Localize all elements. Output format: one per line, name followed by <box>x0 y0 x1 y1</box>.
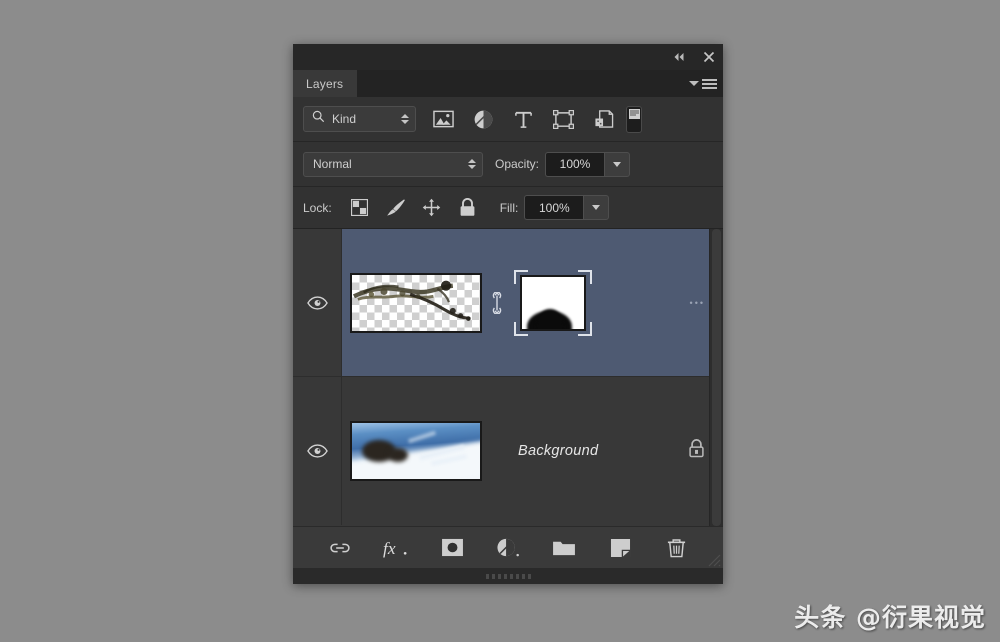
lock-image-pixels-icon[interactable] <box>386 198 406 218</box>
mask-selected-bracket-tl <box>514 269 528 284</box>
mask-image <box>520 274 586 331</box>
layers-panel: Layers Kind Normal Opacity: 100% Lock: F… <box>293 44 723 584</box>
filter-type-icon[interactable] <box>512 108 535 131</box>
tab-layers-label: Layers <box>306 76 344 91</box>
filter-pixel-icon[interactable] <box>432 108 455 131</box>
panel-menu-button[interactable] <box>689 70 717 97</box>
fill-control: 100% <box>524 195 610 220</box>
layer-thumbnail[interactable] <box>350 421 482 481</box>
lock-icons <box>350 198 478 218</box>
add-layer-mask-icon[interactable] <box>439 535 465 561</box>
layer-row-overflow[interactable]: ••• <box>690 298 705 308</box>
search-icon <box>312 110 325 128</box>
blend-mode-value: Normal <box>313 157 352 171</box>
lock-bar: Lock: Fill: 100% <box>293 187 723 229</box>
layer-lock-indicator <box>688 439 705 464</box>
filter-kind-label: Kind <box>332 112 357 126</box>
blend-mode-select[interactable]: Normal <box>303 151 483 177</box>
layer-name-label[interactable]: Background <box>518 443 598 459</box>
lock-label: Lock: <box>303 200 332 215</box>
layers-bottom-toolbar: fx <box>293 526 723 568</box>
snow-streak-3 <box>408 431 437 444</box>
filter-shape-icon[interactable] <box>552 108 575 131</box>
layer-visibility-toggle[interactable] <box>293 229 342 376</box>
background-artwork <box>352 423 480 479</box>
lock-transparent-pixels-icon[interactable] <box>350 198 370 218</box>
filter-kind-select[interactable]: Kind <box>303 106 416 132</box>
new-layer-icon[interactable] <box>607 535 633 561</box>
new-adjustment-layer-icon[interactable] <box>495 535 521 561</box>
mask-selected-bracket-bl <box>514 321 528 336</box>
layer-mask-thumbnail[interactable] <box>514 269 592 336</box>
hamburger-menu-icon <box>702 78 717 89</box>
layer-list-scrollbar[interactable] <box>709 229 723 526</box>
fill-dropdown-arrow[interactable] <box>583 195 610 220</box>
panel-drag-handle[interactable] <box>293 568 723 584</box>
blend-opacity-bar: Normal Opacity: 100% <box>293 142 723 187</box>
window-controls <box>671 44 717 70</box>
drag-grip-dots <box>485 573 531 579</box>
watermark-text: 头条 @衍果视觉 <box>794 603 986 632</box>
layer-mask-link-icon[interactable] <box>486 291 508 314</box>
chevron-down-icon <box>689 81 699 86</box>
resize-grip-icon[interactable] <box>705 551 721 567</box>
opacity-control: 100% <box>545 151 631 177</box>
layer-thumbnail[interactable] <box>350 272 482 333</box>
branch-artwork <box>352 280 471 321</box>
layer-list: ••• Background <box>293 229 723 526</box>
filter-enable-toggle[interactable] <box>626 105 642 133</box>
panel-tab-row: Layers <box>293 70 723 97</box>
link-layers-icon[interactable] <box>327 535 353 561</box>
layer-overflow-dots: ••• <box>689 297 705 308</box>
scrollbar-thumb[interactable] <box>712 229 721 526</box>
panel-titlebar <box>293 44 723 70</box>
tab-layers[interactable]: Layers <box>293 70 358 97</box>
lock-all-icon[interactable] <box>458 198 478 218</box>
opacity-input[interactable]: 100% <box>545 151 605 177</box>
layer-filter-bar: Kind <box>293 97 723 142</box>
new-group-icon[interactable] <box>551 535 577 561</box>
rock-2 <box>387 448 408 463</box>
lock-position-icon[interactable] <box>422 198 442 218</box>
kind-stepper-icon[interactable] <box>401 114 409 124</box>
layer-row-body: ••• <box>342 229 723 376</box>
layer-row-body: Background <box>342 377 723 525</box>
delete-layer-icon[interactable] <box>663 535 689 561</box>
opacity-label: Opacity: <box>495 157 540 171</box>
fill-label: Fill: <box>499 200 519 215</box>
layer-style-fx-icon[interactable]: fx <box>383 535 409 561</box>
mask-selected-bracket-br <box>578 321 592 336</box>
mask-selected-bracket-tr <box>578 269 592 284</box>
filter-adjustment-icon[interactable] <box>472 108 495 131</box>
filter-type-icons <box>432 108 615 131</box>
layer-row[interactable]: ••• <box>293 229 723 377</box>
filter-smart-object-icon[interactable] <box>592 108 615 131</box>
opacity-dropdown-arrow[interactable] <box>604 151 631 177</box>
svg-text:fx: fx <box>383 538 396 557</box>
tab-row-filler <box>357 70 723 97</box>
layer-visibility-toggle[interactable] <box>293 377 342 525</box>
lock-icon <box>688 439 705 464</box>
fill-input[interactable]: 100% <box>524 195 584 220</box>
layer-row[interactable]: Background <box>293 377 723 525</box>
close-icon[interactable] <box>701 49 717 65</box>
collapse-icon[interactable] <box>671 49 687 65</box>
blend-mode-stepper-icon[interactable] <box>468 159 476 169</box>
